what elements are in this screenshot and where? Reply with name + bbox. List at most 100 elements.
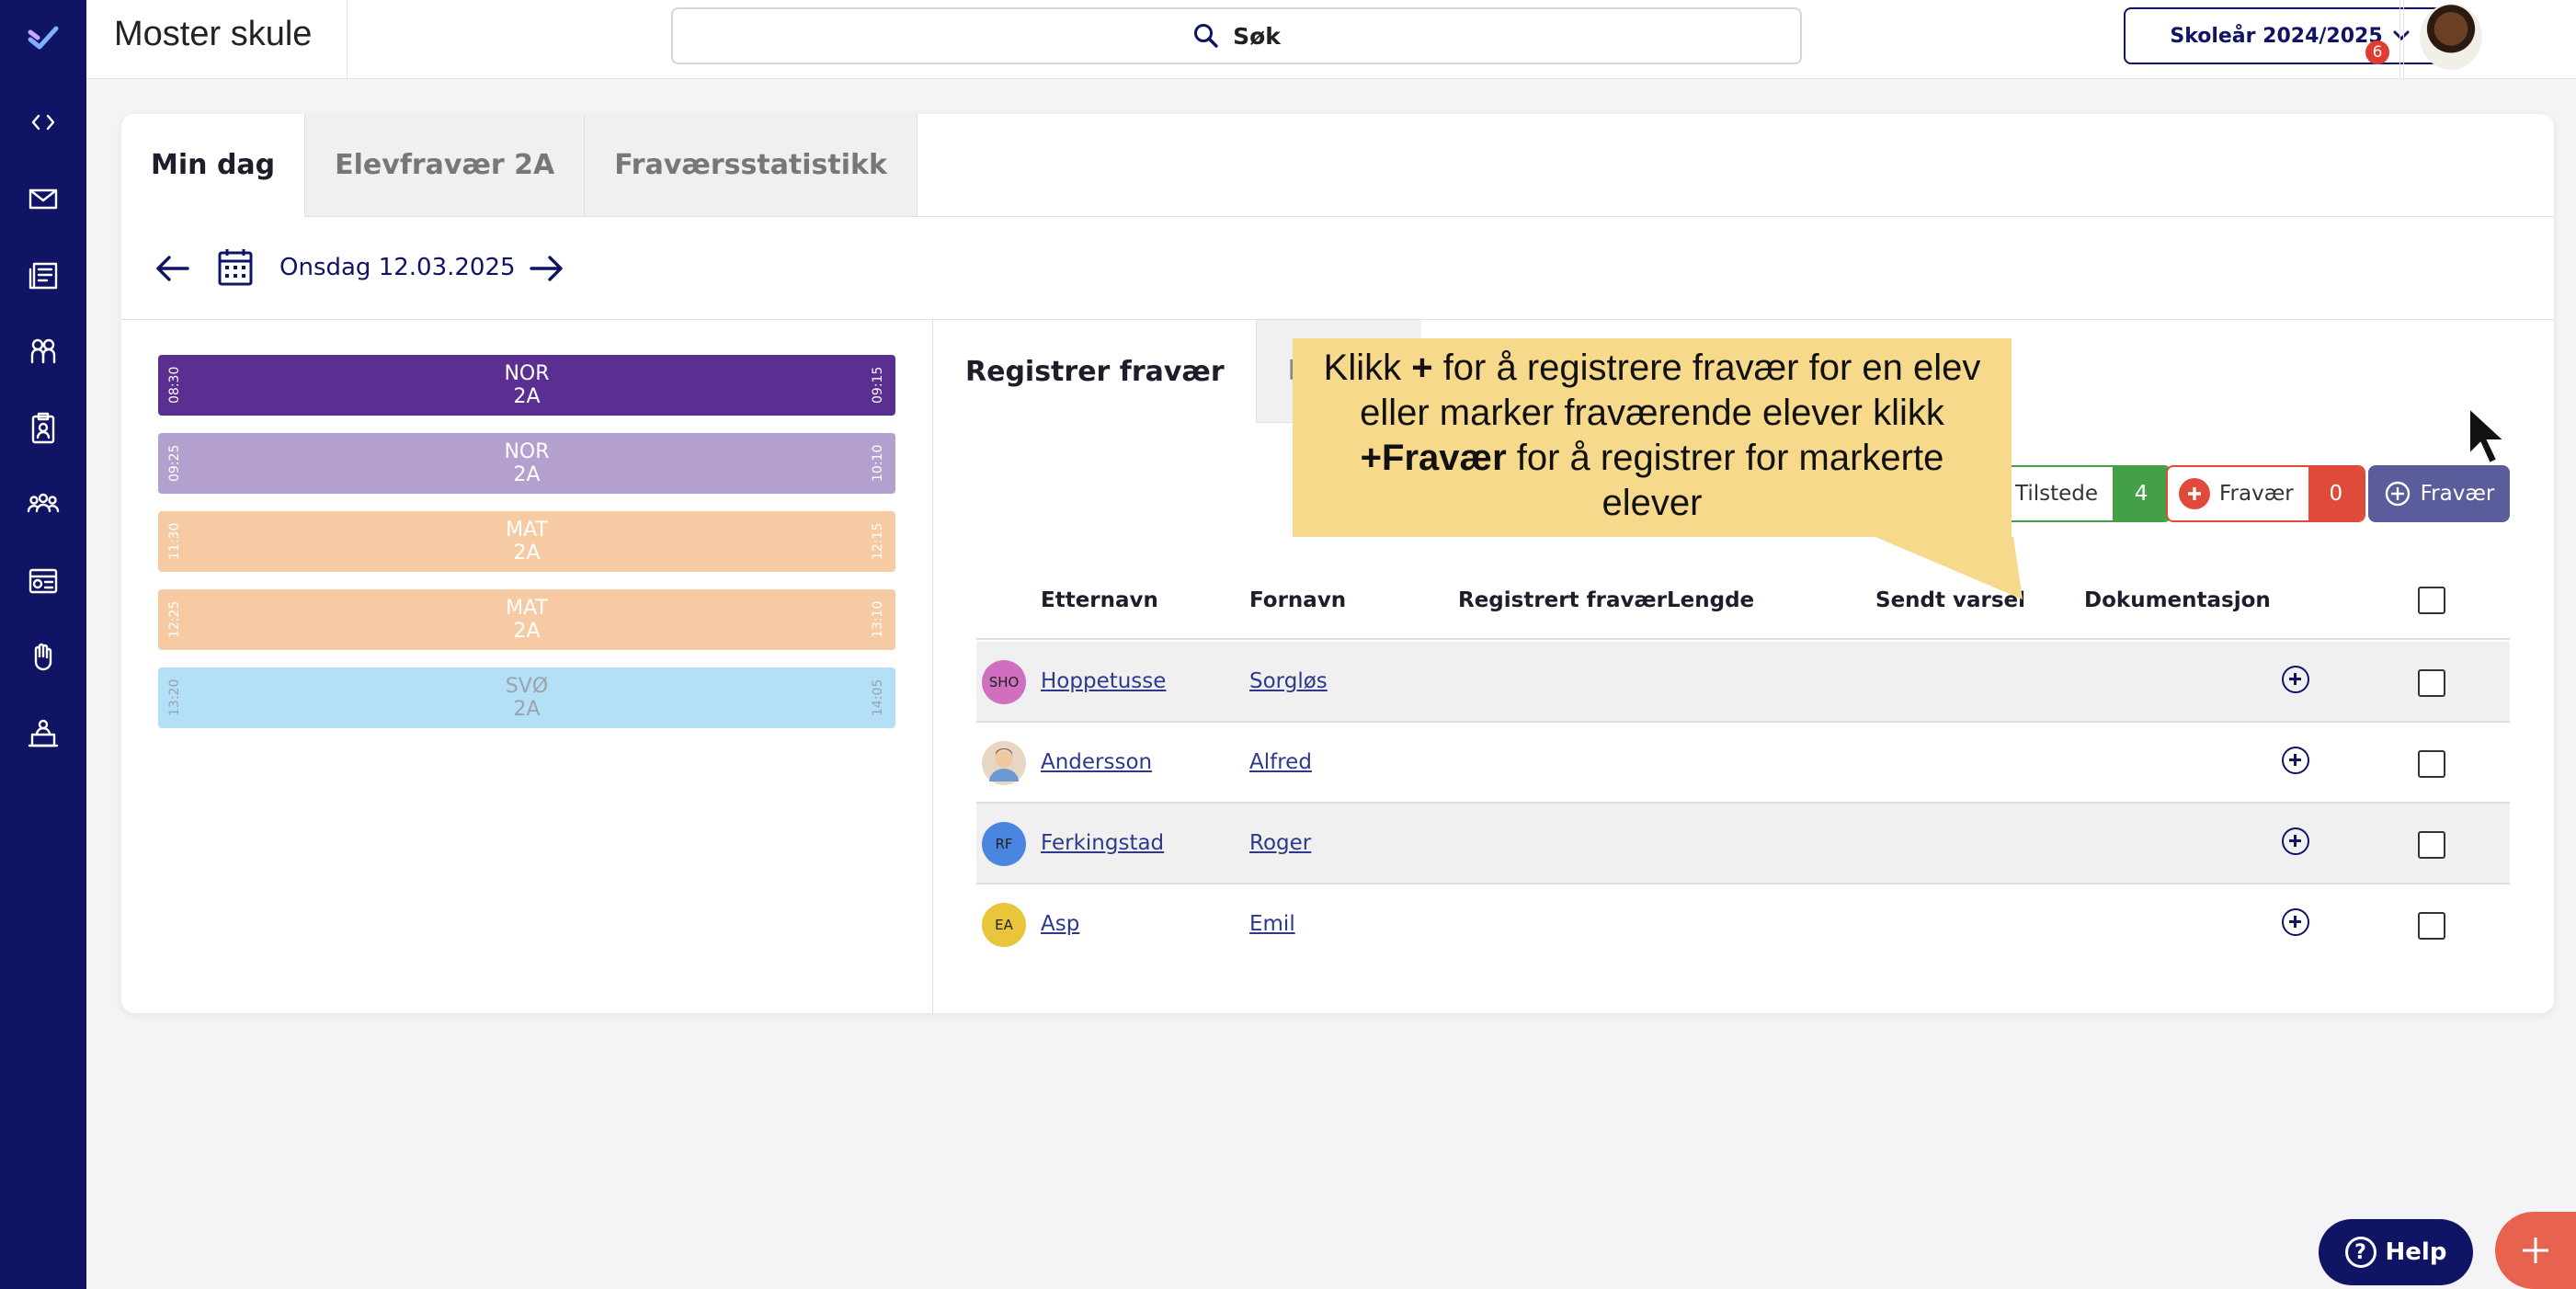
tooltip-text: for å registrer for markerte	[1506, 438, 1944, 478]
help-button[interactable]: ? Help	[2319, 1219, 2473, 1285]
lesson-subject: NOR	[504, 440, 550, 463]
team-icon[interactable]	[20, 481, 66, 527]
lesson-block[interactable]: 12:25 MAT 2A 13:10	[158, 589, 895, 650]
panel-divider	[932, 320, 933, 1013]
lesson-start-time: 11:30	[167, 522, 182, 561]
search-input[interactable]: Søk	[671, 7, 1802, 64]
first-name-link[interactable]: Roger	[1249, 831, 1311, 855]
table-row: SHO Hoppetusse Sorgløs	[976, 642, 2510, 723]
add-absence-button[interactable]: Fravær	[2368, 465, 2510, 522]
absent-count: 0	[2308, 467, 2364, 520]
student-avatar: EA	[982, 903, 1026, 947]
plus-circle-icon	[2385, 481, 2410, 507]
date-navigation: Onsdag 12.03.2025	[121, 217, 2554, 320]
main-tabs: Min dag Elevfravær 2A Fraværsstatistikk	[121, 114, 918, 217]
lesson-subject: MAT	[506, 519, 548, 542]
user-avatar[interactable]	[2420, 4, 2482, 70]
table-row: EA Asp Emil	[976, 884, 2510, 965]
mail-nav-icon[interactable]	[20, 176, 66, 222]
help-label: Help	[2385, 1238, 2447, 1266]
lesson-subject: MAT	[506, 597, 548, 620]
tab-elevfravaer[interactable]: Elevfravær 2A	[305, 114, 586, 217]
add-absence-label: Fravær	[2420, 482, 2495, 506]
topbar: Moster skule Søk Skoleår 2024/2025 6	[86, 0, 2576, 79]
lesson-group: 2A	[513, 463, 541, 486]
lesson-subject: NOR	[504, 362, 550, 385]
code-toggle-icon[interactable]	[20, 99, 66, 145]
lesson-group: 2A	[513, 542, 541, 565]
lesson-end-time: 14:05	[871, 679, 885, 717]
chevron-down-icon	[2393, 30, 2410, 41]
lesson-start-time: 12:25	[167, 600, 182, 639]
row-checkbox[interactable]	[2418, 831, 2445, 859]
column-header[interactable]: Dokumentasjon	[2084, 588, 2271, 612]
present-counter[interactable]: Tilstede 4	[1986, 465, 2172, 522]
calendar-icon[interactable]	[217, 246, 254, 287]
add-absence-icon[interactable]	[2282, 908, 2309, 936]
table-header: Etternavn Fornavn Registrert fravær Leng…	[976, 561, 2510, 640]
tab-fravaersstatistikk[interactable]: Fraværsstatistikk	[585, 114, 918, 217]
lesson-block[interactable]: 13:20 SVØ 2A 14:05	[158, 667, 895, 728]
absent-label-wrap: Fravær	[2168, 467, 2308, 520]
last-name-link[interactable]: Ferkingstad	[1041, 831, 1164, 855]
sidebar	[0, 0, 86, 1289]
column-header[interactable]: Registrert fravær	[1458, 588, 1667, 612]
table-row: RF Ferkingstad Roger	[976, 804, 2510, 884]
lesson-group: 2A	[513, 698, 541, 721]
search-label: Søk	[1233, 22, 1281, 50]
divider	[2403, 0, 2404, 79]
current-date: Onsdag 12.03.2025	[279, 254, 516, 281]
select-all-checkbox[interactable]	[2418, 587, 2445, 614]
logo-icon[interactable]	[20, 15, 66, 61]
lesson-start-time: 09:25	[167, 444, 182, 483]
mouse-cursor-icon	[2468, 406, 2507, 465]
student-avatar	[982, 741, 1026, 785]
tab-registrer-fravaer[interactable]: Registrer fravær	[934, 320, 1256, 423]
row-checkbox[interactable]	[2418, 912, 2445, 940]
schedule-icon[interactable]	[20, 557, 66, 603]
first-name-link[interactable]: Emil	[1249, 912, 1295, 936]
lesson-subject: SVØ	[505, 675, 549, 698]
tooltip-line-1: Klikk + for å registrere fravær for en e…	[1293, 346, 2012, 391]
group-icon[interactable]	[20, 328, 66, 374]
add-absence-icon[interactable]	[2282, 827, 2309, 855]
lesson-end-time: 12:15	[871, 522, 885, 561]
last-name-link[interactable]: Asp	[1041, 912, 1079, 936]
next-day-button[interactable]	[526, 250, 566, 287]
question-icon: ?	[2344, 1237, 2377, 1268]
add-absence-icon[interactable]	[2282, 666, 2309, 693]
tab-min-dag[interactable]: Min dag	[121, 114, 306, 217]
lesson-block[interactable]: 09:25 NOR 2A 10:10	[158, 433, 895, 494]
column-header[interactable]: Etternavn	[1041, 588, 1158, 612]
row-checkbox[interactable]	[2418, 669, 2445, 697]
clipboard-user-icon[interactable]	[20, 405, 66, 451]
column-header[interactable]: Fornavn	[1249, 588, 1346, 612]
column-header[interactable]: Sendt varsel	[1875, 588, 2025, 612]
absent-label: Fravær	[2219, 482, 2294, 506]
lesson-block[interactable]: 08:30 NOR 2A 09:15	[158, 355, 895, 416]
row-checkbox[interactable]	[2418, 750, 2445, 778]
first-name-link[interactable]: Sorgløs	[1249, 669, 1328, 693]
tooltip-line-4: elever	[1601, 483, 1703, 523]
first-name-link[interactable]: Alfred	[1249, 750, 1312, 774]
plus-icon	[2523, 1238, 2548, 1263]
news-icon[interactable]	[20, 252, 66, 298]
student-avatar: SHO	[982, 660, 1026, 704]
lesson-start-time: 13:20	[167, 679, 182, 717]
classroom-icon[interactable]	[20, 710, 66, 756]
add-absence-icon[interactable]	[2282, 747, 2309, 774]
school-year-select[interactable]: Skoleår 2024/2025	[2124, 7, 2458, 64]
lesson-end-time: 09:15	[871, 366, 885, 405]
last-name-link[interactable]: Andersson	[1041, 750, 1152, 774]
mail-count-badge: 6	[2365, 40, 2389, 64]
add-fab-button[interactable]	[2495, 1212, 2576, 1289]
last-name-link[interactable]: Hoppetusse	[1041, 669, 1166, 693]
previous-day-button[interactable]	[153, 250, 193, 287]
absent-counter[interactable]: Fravær 0	[2166, 465, 2365, 522]
hand-raise-icon[interactable]	[20, 633, 66, 679]
column-header[interactable]: Lengde	[1667, 588, 1754, 612]
lesson-block[interactable]: 11:30 MAT 2A 12:15	[158, 511, 895, 572]
present-count: 4	[2113, 467, 2171, 520]
lesson-end-time: 13:10	[871, 600, 885, 639]
table-row: Andersson Alfred	[976, 723, 2510, 804]
